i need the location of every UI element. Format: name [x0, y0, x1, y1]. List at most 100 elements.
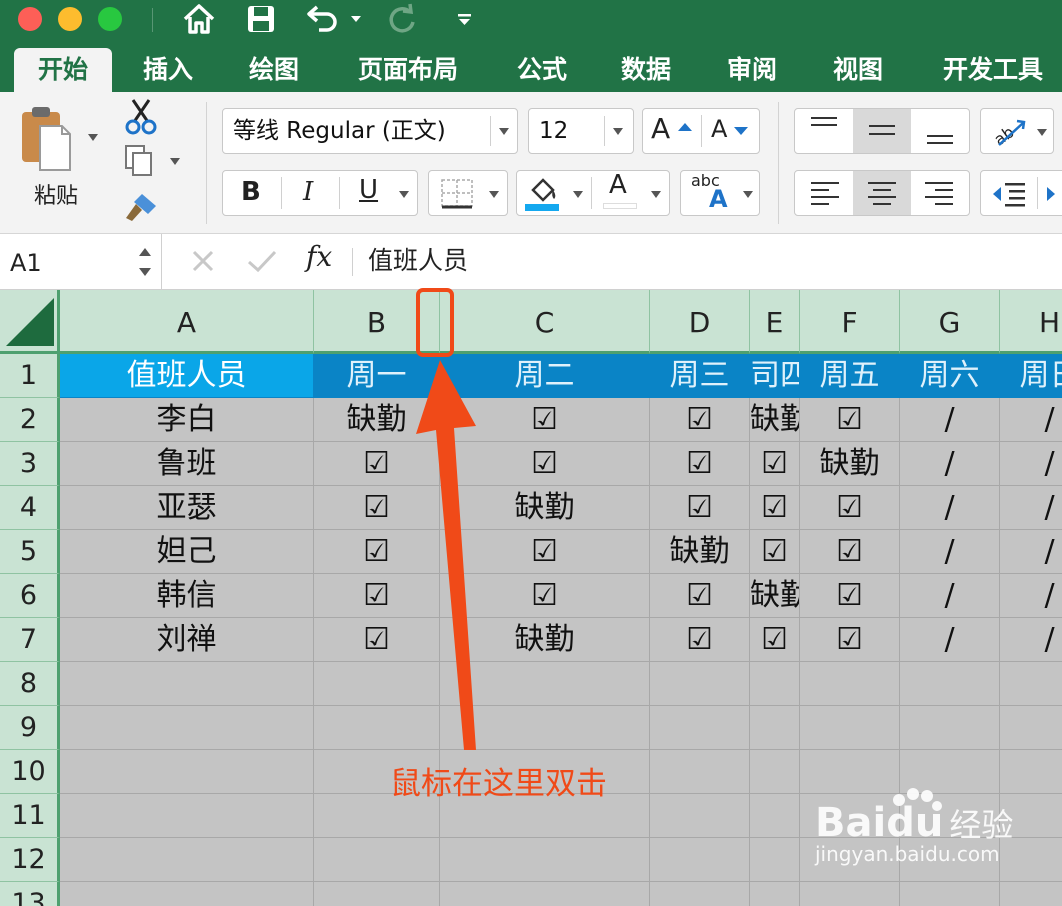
- cell-h4[interactable]: /: [1000, 486, 1062, 530]
- cell-d4[interactable]: ☑: [650, 486, 750, 530]
- row-header-4[interactable]: 4: [0, 486, 60, 530]
- cell-h6[interactable]: /: [1000, 574, 1062, 618]
- cell-e6[interactable]: 缺勤: [750, 574, 800, 618]
- row-header-3[interactable]: 3: [0, 442, 60, 486]
- cell-h10[interactable]: [1000, 750, 1062, 794]
- cell-g7[interactable]: /: [900, 618, 1000, 662]
- paste-dropdown-icon[interactable]: [88, 134, 98, 141]
- font-color-dropdown-icon[interactable]: [651, 191, 661, 198]
- cell-g6[interactable]: /: [900, 574, 1000, 618]
- cell-d7[interactable]: ☑: [650, 618, 750, 662]
- grow-font-button[interactable]: A: [651, 112, 670, 145]
- cell-d5[interactable]: 缺勤: [650, 530, 750, 574]
- cell-h9[interactable]: [1000, 706, 1062, 750]
- borders-button[interactable]: [428, 170, 508, 216]
- cell-a10[interactable]: [60, 750, 314, 794]
- cell-f3[interactable]: 缺勤: [800, 442, 900, 486]
- close-window-button[interactable]: [18, 7, 42, 31]
- copy-dropdown-icon[interactable]: [170, 158, 180, 165]
- cell-d3[interactable]: ☑: [650, 442, 750, 486]
- home-icon[interactable]: [180, 2, 218, 36]
- column-header-h[interactable]: H: [1000, 290, 1062, 354]
- cell-d11[interactable]: [650, 794, 750, 838]
- cell-b12[interactable]: [314, 838, 440, 882]
- cell-a3[interactable]: 鲁班: [60, 442, 314, 486]
- cell-f5[interactable]: ☑: [800, 530, 900, 574]
- bold-button[interactable]: B: [241, 177, 261, 207]
- cell-b13[interactable]: [314, 882, 440, 906]
- cell-h3[interactable]: /: [1000, 442, 1062, 486]
- align-right-button[interactable]: [911, 171, 969, 215]
- cell-d1[interactable]: 周三: [650, 354, 750, 398]
- cell-a11[interactable]: [60, 794, 314, 838]
- cell-d12[interactable]: [650, 838, 750, 882]
- tab-draw[interactable]: 绘图: [230, 48, 318, 92]
- cell-f8[interactable]: [800, 662, 900, 706]
- column-header-f[interactable]: F: [800, 290, 900, 354]
- row-header-5[interactable]: 5: [0, 530, 60, 574]
- phonetic-button[interactable]: abc A: [680, 170, 760, 216]
- row-header-1[interactable]: 1: [0, 354, 60, 398]
- redo-icon[interactable]: [384, 2, 420, 36]
- cell-h2[interactable]: /: [1000, 398, 1062, 442]
- cancel-icon[interactable]: [190, 248, 216, 274]
- cell-e11[interactable]: [750, 794, 800, 838]
- column-header-e[interactable]: E: [750, 290, 800, 354]
- bottom-align-button[interactable]: [911, 109, 969, 153]
- top-align-button[interactable]: [795, 109, 853, 153]
- minimize-window-button[interactable]: [58, 7, 82, 31]
- tab-formulas[interactable]: 公式: [498, 48, 586, 92]
- cell-a5[interactable]: 妲己: [60, 530, 314, 574]
- column-header-d[interactable]: D: [650, 290, 750, 354]
- middle-align-button[interactable]: [853, 109, 911, 153]
- cell-a12[interactable]: [60, 838, 314, 882]
- column-header-g[interactable]: G: [900, 290, 1000, 354]
- tab-view[interactable]: 视图: [814, 48, 902, 92]
- row-header-11[interactable]: 11: [0, 794, 60, 838]
- tab-insert[interactable]: 插入: [124, 48, 212, 92]
- cell-g4[interactable]: /: [900, 486, 1000, 530]
- row-header-10[interactable]: 10: [0, 750, 60, 794]
- fill-color-dropdown-icon[interactable]: [573, 191, 583, 198]
- underline-dropdown-icon[interactable]: [399, 191, 409, 198]
- cell-e1[interactable]: 司四: [750, 354, 800, 398]
- cell-f6[interactable]: ☑: [800, 574, 900, 618]
- increase-indent-icon[interactable]: [1045, 179, 1059, 209]
- cell-e12[interactable]: [750, 838, 800, 882]
- zoom-window-button[interactable]: [98, 7, 122, 31]
- cell-c13[interactable]: [440, 882, 650, 906]
- cell-e3[interactable]: ☑: [750, 442, 800, 486]
- cell-e8[interactable]: [750, 662, 800, 706]
- cell-f7[interactable]: ☑: [800, 618, 900, 662]
- cell-d2[interactable]: ☑: [650, 398, 750, 442]
- orientation-dropdown-icon[interactable]: [1037, 129, 1047, 136]
- cell-f2[interactable]: ☑: [800, 398, 900, 442]
- row-header-9[interactable]: 9: [0, 706, 60, 750]
- row-header-13[interactable]: 13: [0, 882, 60, 906]
- row-header-12[interactable]: 12: [0, 838, 60, 882]
- underline-button[interactable]: U: [359, 175, 378, 205]
- cell-g2[interactable]: /: [900, 398, 1000, 442]
- cell-d6[interactable]: ☑: [650, 574, 750, 618]
- italic-button[interactable]: I: [303, 177, 313, 207]
- column-header-a[interactable]: A: [60, 290, 314, 354]
- cell-e2[interactable]: 缺勤: [750, 398, 800, 442]
- tab-page-layout[interactable]: 页面布局: [340, 48, 476, 92]
- insert-function-button[interactable]: fx: [306, 240, 332, 273]
- row-header-8[interactable]: 8: [0, 662, 60, 706]
- cell-g5[interactable]: /: [900, 530, 1000, 574]
- cell-e10[interactable]: [750, 750, 800, 794]
- cell-f10[interactable]: [800, 750, 900, 794]
- cell-f1[interactable]: 周五: [800, 354, 900, 398]
- cell-a13[interactable]: [60, 882, 314, 906]
- cell-a6[interactable]: 韩信: [60, 574, 314, 618]
- cell-h8[interactable]: [1000, 662, 1062, 706]
- cell-e7[interactable]: ☑: [750, 618, 800, 662]
- cell-a4[interactable]: 亚瑟: [60, 486, 314, 530]
- copy-icon[interactable]: [124, 144, 154, 178]
- align-left-button[interactable]: [795, 171, 853, 215]
- cell-g9[interactable]: [900, 706, 1000, 750]
- shrink-font-button[interactable]: A: [711, 115, 727, 143]
- tab-review[interactable]: 审阅: [708, 48, 796, 92]
- cell-h5[interactable]: /: [1000, 530, 1062, 574]
